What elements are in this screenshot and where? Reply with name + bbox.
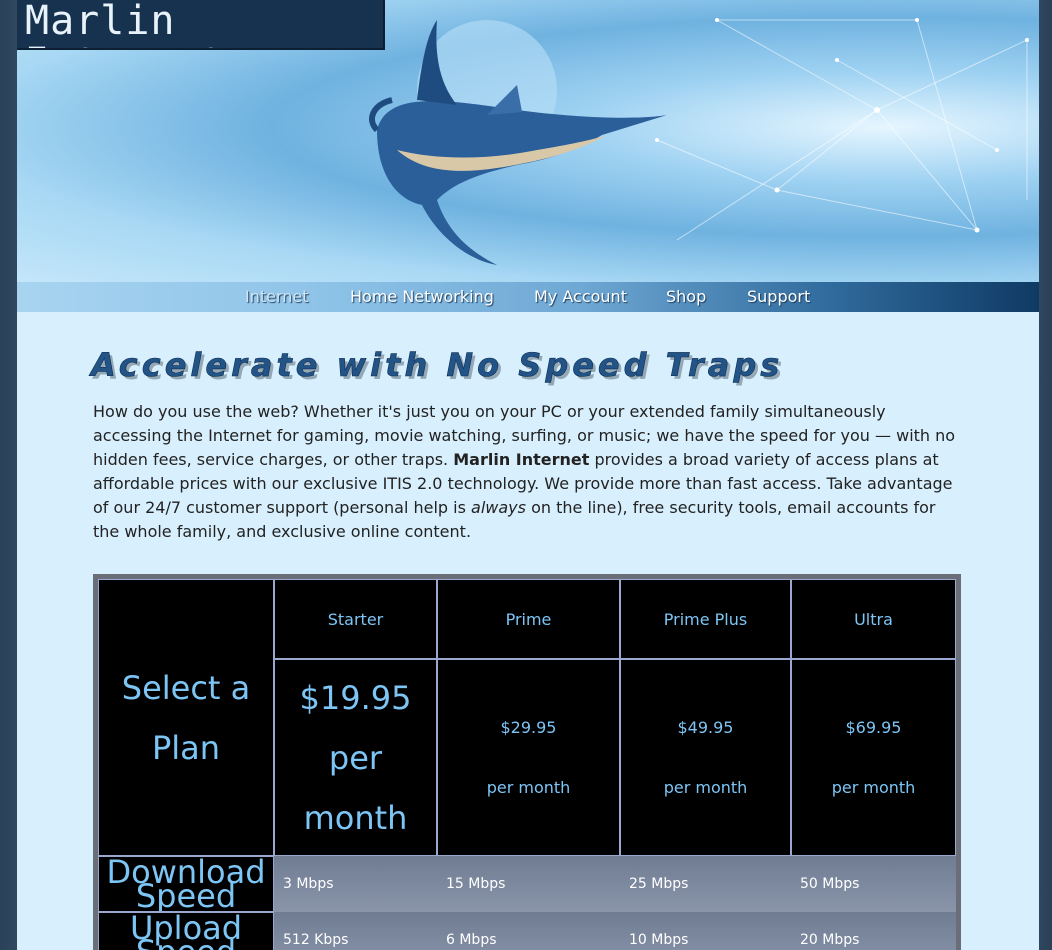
plan-table-frame: Select a Plan Starter Prime Prime Plus U…	[93, 574, 961, 950]
brand-name: Marlin Internet	[453, 450, 590, 469]
headline-text: Accelerate with No Speed Traps	[88, 346, 783, 384]
price-period: per month	[303, 738, 408, 837]
upload-speed-prime-plus: 10 Mbps	[620, 912, 791, 950]
price-period: per month	[663, 777, 748, 797]
download-speed-prime-plus: 25 Mbps	[620, 856, 791, 912]
nav-support[interactable]: Support	[747, 287, 810, 306]
plan-name-starter: Starter	[274, 579, 437, 659]
plan-price-starter[interactable]: $19.95 per month	[274, 659, 437, 856]
price-value: $19.95	[299, 678, 412, 717]
plan-price-prime-plus[interactable]: $49.95 per month	[620, 659, 791, 856]
plan-name-prime: Prime	[437, 579, 620, 659]
plan-table: Select a Plan Starter Prime Prime Plus U…	[98, 579, 956, 950]
intro-paragraph: How do you use the web? Whether it's jus…	[93, 400, 963, 544]
nav-internet[interactable]: Internet	[245, 287, 309, 306]
page-container: Marlin Internet Internet Home Networking…	[17, 0, 1039, 950]
select-plan-heading: Select a Plan	[98, 579, 274, 856]
plan-name-ultra: Ultra	[791, 579, 956, 659]
plan-price-prime[interactable]: $29.95 per month	[437, 659, 620, 856]
plan-name-prime-plus: Prime Plus	[620, 579, 791, 659]
download-speed-prime: 15 Mbps	[437, 856, 620, 912]
row-label-download-speed: Download Speed	[98, 856, 274, 912]
row-label-upload-speed: Upload Speed	[98, 912, 274, 950]
download-speed-starter: 3 Mbps	[274, 856, 437, 912]
plan-price-ultra[interactable]: $69.95 per month	[791, 659, 956, 856]
site-logo[interactable]: Marlin Internet	[17, 0, 385, 50]
price-value: $69.95	[845, 717, 902, 737]
nav-shop[interactable]: Shop	[666, 287, 706, 306]
main-nav: Internet Home Networking My Account Shop…	[17, 282, 1039, 312]
download-speed-ultra: 50 Mbps	[791, 856, 956, 912]
site-banner: Marlin Internet	[17, 0, 1039, 282]
nav-home-networking[interactable]: Home Networking	[350, 287, 494, 306]
price-value: $29.95	[500, 717, 557, 737]
upload-speed-starter: 512 Kbps	[274, 912, 437, 950]
price-period: per month	[486, 777, 571, 797]
upload-speed-prime: 6 Mbps	[437, 912, 620, 950]
upload-speed-ultra: 20 Mbps	[791, 912, 956, 950]
page-headline: Accelerate with No Speed Traps Accelerat…	[77, 340, 977, 390]
price-period: per month	[831, 777, 916, 797]
intro-emphasis: always	[471, 498, 526, 517]
nav-my-account[interactable]: My Account	[534, 287, 627, 306]
price-value: $49.95	[677, 717, 734, 737]
